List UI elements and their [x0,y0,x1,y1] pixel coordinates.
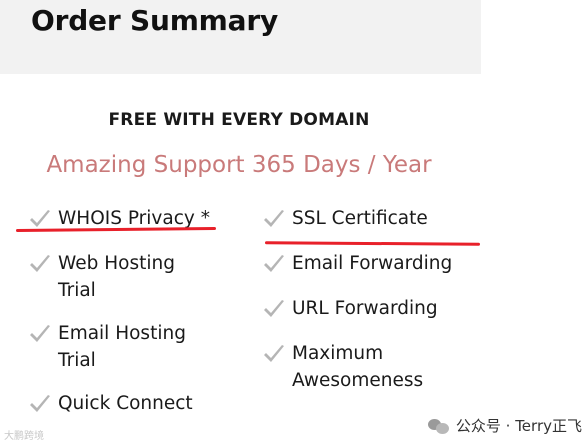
checkmark-icon [28,323,54,349]
feature-label: Email Hosting Trial [58,323,186,371]
checkmark-icon [28,393,54,419]
features-left-column: WHOIS Privacy * Web Hosting Trial Email … [28,205,228,435]
watermark-left: 大鹏跨境 [4,431,44,442]
feature-label: Web Hosting Trial [58,253,175,301]
page-title: Order Summary [31,4,279,37]
free-with-domain-heading: FREE WITH EVERY DOMAIN [108,110,370,130]
feature-label: Maximum Awesomeness [292,343,424,391]
feature-ssl-certificate: SSL Certificate [262,205,492,234]
feature-url-forwarding: URL Forwarding [262,295,492,324]
watermark-text: 公众号 · Terry正飞 [455,417,582,435]
feature-label: Quick Connect [58,393,193,414]
wechat-icon [427,417,450,435]
feature-web-hosting-trial: Web Hosting Trial [28,250,178,304]
checkmark-icon [262,253,288,279]
feature-maximum-awesomeness: Maximum Awesomeness [262,340,432,394]
feature-quick-connect: Quick Connect [28,390,228,419]
checkmark-icon [28,253,54,279]
feature-label: SSL Certificate [292,208,428,229]
checkmark-icon [262,343,288,369]
watermark-right: 公众号 · Terry正飞 [427,415,582,436]
feature-email-forwarding: Email Forwarding [262,250,492,279]
features-right-column: SSL Certificate Email Forwarding URL For… [262,205,492,410]
feature-email-hosting-trial: Email Hosting Trial [28,320,188,374]
feature-label: Email Forwarding [292,253,453,274]
order-summary-header: Order Summary [0,0,481,74]
support-tagline: Amazing Support 365 Days / Year [46,152,432,178]
checkmark-icon [262,208,288,234]
checkmark-icon [262,298,288,324]
feature-label: URL Forwarding [292,298,438,319]
